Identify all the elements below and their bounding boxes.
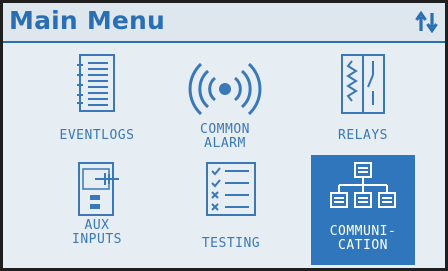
event-log-list-icon <box>77 54 115 112</box>
menu-item-label: EVENTLOGS <box>59 128 135 143</box>
menu-item-communication[interactable]: COMMUNI- CATION <box>311 155 415 265</box>
network-hierarchy-icon <box>330 162 396 208</box>
menu-item-label-line2: INPUTS <box>72 232 122 247</box>
up-down-arrows-icon[interactable] <box>415 11 439 33</box>
menu-item-label: RELAYS <box>338 128 388 143</box>
lcd-screen: Main Menu EVENTLOGS COMMON ALARM RELAYS … <box>0 0 448 271</box>
menu-item-label: AUX <box>84 218 110 233</box>
menu-item-aux-inputs[interactable]: AUX INPUTS <box>45 155 149 263</box>
page-title: Main Menu <box>9 6 166 35</box>
menu-item-label: COMMUNI- <box>329 224 397 239</box>
aux-input-device-icon <box>78 162 119 216</box>
alarm-broadcast-icon <box>188 62 262 116</box>
menu-item-label: COMMON <box>200 122 250 137</box>
menu-item-relays[interactable]: RELAYS <box>311 45 415 153</box>
relay-switch-icon <box>341 54 385 114</box>
menu-item-common-alarm[interactable]: COMMON ALARM <box>173 45 277 153</box>
test-checklist-icon <box>206 162 256 216</box>
menu-item-label: TESTING <box>201 236 261 251</box>
menu-item-label-line2: CATION <box>338 238 388 253</box>
menu-item-testing[interactable]: TESTING <box>179 155 283 263</box>
menu-item-label-line2: ALARM <box>204 136 246 151</box>
title-bar: Main Menu <box>3 3 445 43</box>
menu-item-eventlogs[interactable]: EVENTLOGS <box>45 45 149 153</box>
